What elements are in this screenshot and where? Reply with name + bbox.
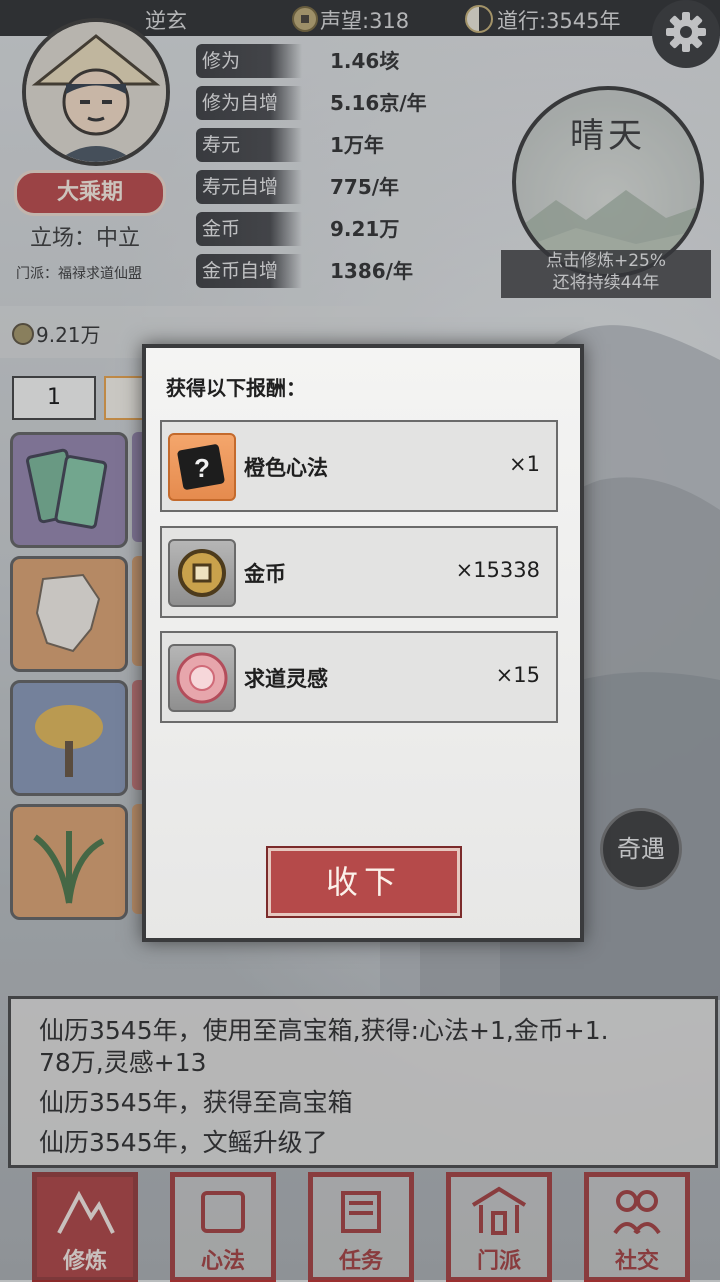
mystery-scroll-icon: ? — [168, 433, 236, 501]
inspiration-orb-icon — [168, 644, 236, 712]
reward-item: 金币 ×15338 — [160, 526, 558, 618]
reward-name: 求道灵感 — [244, 667, 328, 691]
svg-text:?: ? — [194, 453, 210, 483]
accept-button[interactable]: 收下 — [266, 846, 462, 918]
reward-name: 橙色心法 — [244, 456, 328, 480]
reward-count: ×15338 — [455, 558, 540, 582]
reward-dialog: 获得以下报酬： ? 橙色心法 ×1 金币 ×15338 求道灵感 ×15 收下 — [142, 344, 584, 942]
reward-item: 求道灵感 ×15 — [160, 631, 558, 723]
coin-icon — [168, 539, 236, 607]
reward-count: ×1 — [509, 452, 540, 476]
reward-name: 金币 — [244, 562, 286, 586]
reward-item: ? 橙色心法 ×1 — [160, 420, 558, 512]
reward-count: ×15 — [495, 663, 540, 687]
dialog-title: 获得以下报酬： — [166, 376, 306, 400]
